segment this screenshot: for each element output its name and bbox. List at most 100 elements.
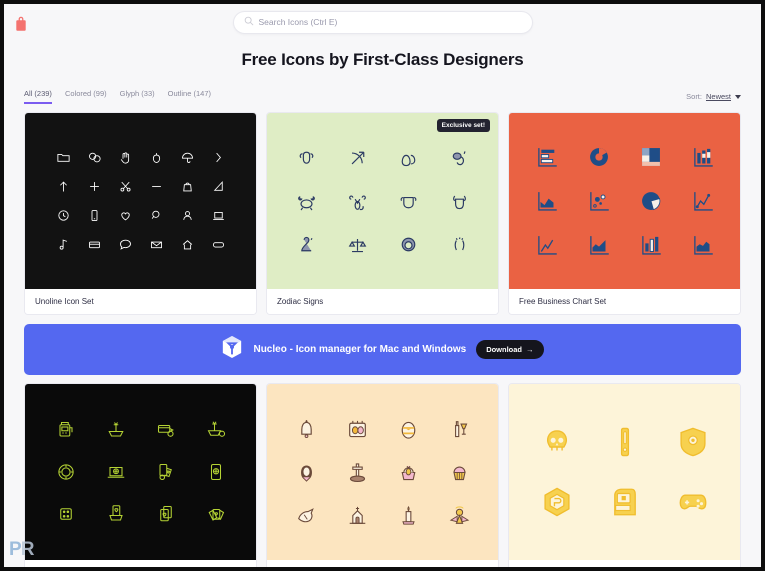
- scissors-icon: [119, 181, 130, 192]
- card-icon: [88, 241, 100, 249]
- sort-label: Sort:: [686, 92, 702, 101]
- chevron-right-icon: [215, 152, 221, 163]
- icon-set-card-casino[interactable]: Free Casino And Gambling Icons: [24, 383, 257, 567]
- hand-wave-icon: [120, 152, 129, 164]
- easter-basket-icon: [401, 465, 415, 480]
- cancer-crab-icon: [297, 195, 315, 210]
- game-console-icon: [620, 427, 629, 457]
- scatter-plot-icon: [589, 192, 609, 211]
- stacked-bar-chart-icon: [693, 148, 713, 167]
- roulette-table-icon: [107, 422, 124, 437]
- user-icon: [182, 211, 192, 220]
- speech-bubble-icon: [119, 239, 131, 250]
- leo-lion-icon: [401, 237, 415, 251]
- card-artwork: [509, 384, 740, 560]
- tab-all[interactable]: All (239): [24, 89, 52, 104]
- column-chart-icon: [641, 236, 661, 255]
- mail-icon: [150, 241, 162, 249]
- virgo-icon: [300, 236, 312, 251]
- icon-preview-grid: [56, 150, 226, 252]
- easter-calendar-icon: [348, 420, 366, 437]
- arrow-right-icon: →: [526, 345, 534, 354]
- angel-icon: [449, 505, 469, 524]
- area-chart-2-icon: [589, 236, 609, 255]
- tag-icon[interactable]: [14, 16, 28, 32]
- card-title: Easter Day: [267, 560, 498, 567]
- laptop-icon: [212, 211, 224, 220]
- card-artwork: [267, 384, 498, 560]
- search-icon: [151, 210, 159, 219]
- sort-control[interactable]: Sort: Newest: [686, 92, 741, 104]
- area-chart-icon: [537, 192, 557, 211]
- promo-banner[interactable]: Nucleo - Icon manager for Mac and Window…: [24, 324, 741, 375]
- chat-bubbles-icon: [88, 152, 101, 163]
- card-artwork: [25, 384, 256, 560]
- bag-icon: [182, 182, 192, 192]
- icon-preview-grid: [294, 146, 472, 257]
- sort-value[interactable]: Newest: [706, 92, 731, 101]
- line-chart-icon: [537, 236, 557, 255]
- phone-icon: [91, 210, 97, 221]
- icon-preview-grid: [534, 144, 716, 258]
- pencil-icon: [213, 181, 223, 191]
- tab-outline[interactable]: Outline (147): [168, 89, 211, 104]
- skull-icon: [546, 430, 567, 451]
- bar-chart-horizontal-icon: [537, 148, 557, 167]
- filter-tabs: All (239) Colored (99) Glyph (33) Outlin…: [24, 89, 211, 104]
- filter-bar: All (239) Colored (99) Glyph (33) Outlin…: [24, 86, 741, 104]
- banner-text: Nucleo - Icon manager for Mac and Window…: [253, 344, 467, 355]
- gamepad-icon: [679, 494, 706, 510]
- easter-egg-icon: [401, 421, 415, 439]
- candle-icon: [401, 505, 415, 525]
- heart-icon: [120, 212, 130, 221]
- umbrella-icon: [181, 152, 193, 163]
- sagittarius-bow-icon: [351, 151, 364, 164]
- poker-table-icon: [207, 421, 225, 437]
- treemap-chart-icon: [641, 148, 660, 166]
- card-title: Unoline Icon Set: [25, 289, 256, 314]
- search-bar[interactable]: [232, 10, 533, 34]
- tab-colored[interactable]: Colored (99): [65, 89, 107, 104]
- icon-set-card-easter[interactable]: Easter Day: [266, 383, 499, 567]
- scorpio-scorpion-icon: [348, 194, 366, 210]
- folder-icon: [56, 153, 70, 162]
- apple-icon: [152, 153, 160, 163]
- app-window: Free Icons by First-Class Designers All …: [4, 4, 761, 567]
- clock-icon: [57, 210, 69, 221]
- card-artwork: [25, 113, 256, 289]
- minus-icon: [151, 186, 161, 187]
- dove-icon: [297, 507, 314, 522]
- jesus-icon: [300, 464, 312, 482]
- arcade-machine-icon: [613, 488, 636, 516]
- chevron-down-icon[interactable]: [735, 94, 741, 99]
- icon-set-card-zodiac[interactable]: Exclusive set! Zodiac Signs: [266, 112, 499, 315]
- icon-preview-grid: [54, 418, 228, 526]
- tab-glyph[interactable]: Glyph (33): [120, 89, 155, 104]
- aries-goat-icon: [452, 195, 466, 209]
- tag-icon: [212, 242, 224, 248]
- line-chart-up-icon: [693, 192, 713, 211]
- home-icon: [182, 240, 192, 250]
- icon-preview-grid: [294, 417, 472, 528]
- credit-card-chip-icon: [157, 424, 174, 437]
- slot-machine-icon: [58, 421, 73, 437]
- download-label: Download: [486, 345, 523, 354]
- easter-cupcake-icon: [452, 466, 466, 480]
- top-bar: [4, 4, 761, 40]
- card-title: Free Casino And Gambling Icons: [25, 560, 256, 567]
- icon-set-card-unoline[interactable]: Unoline Icon Set: [24, 112, 257, 315]
- card-deck-icon: [159, 505, 172, 522]
- icon-set-card-eldorado[interactable]: Eldorado Gaming Icons: [508, 383, 741, 567]
- icon-set-grid-row-1: Unoline Icon Set Exclusive set! Zodiac S…: [24, 112, 741, 315]
- download-button[interactable]: Download →: [476, 340, 544, 359]
- search-input[interactable]: [258, 17, 509, 27]
- page-title: Free Icons by First-Class Designers: [241, 50, 524, 69]
- card-title: Free Business Chart Set: [509, 289, 740, 314]
- pie-chart-icon: [641, 192, 660, 211]
- mobile-slot-icon: [210, 463, 221, 481]
- grave-cross-icon: [349, 462, 365, 482]
- dice-icon: [59, 508, 72, 520]
- area-chart-3-icon: [693, 236, 713, 255]
- icon-set-card-business-chart[interactable]: Free Business Chart Set: [508, 112, 741, 315]
- casino-chip-icon: [57, 464, 74, 480]
